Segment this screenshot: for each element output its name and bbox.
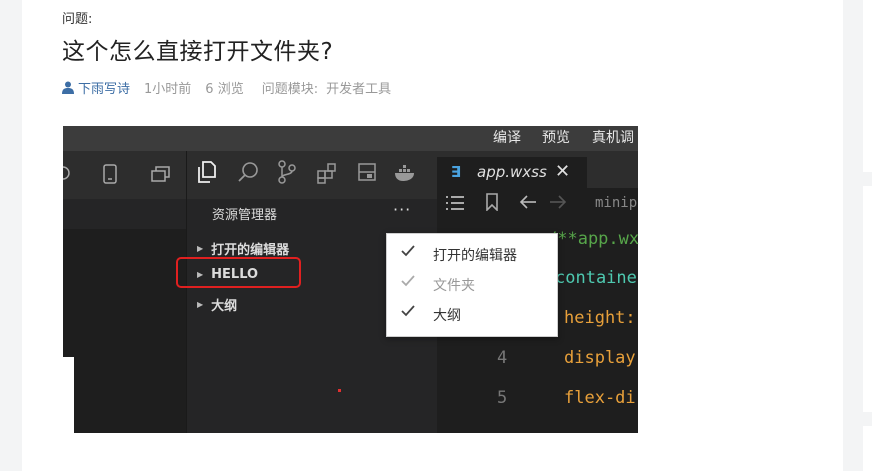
line-number: 4 — [497, 348, 508, 368]
chevron-right-icon: ▶ — [197, 300, 204, 309]
explorer-row-label: 大纲 — [211, 299, 238, 314]
author-link[interactable]: 下雨写诗 — [62, 78, 130, 97]
post-time: 1小时前 — [144, 82, 192, 97]
explorer-row-label: 打开的编辑器 — [211, 243, 290, 258]
user-icon — [62, 81, 74, 94]
simulator-pane — [63, 199, 186, 433]
code-line: flex-di — [564, 388, 636, 408]
menu-item-label: 打开的编辑器 — [433, 248, 517, 264]
code-line: /**app.wx — [547, 229, 640, 249]
menu-item-outline[interactable]: 大纲 — [387, 300, 557, 330]
device-debug-button[interactable]: 真机调 — [592, 127, 634, 147]
menu-item-folders[interactable]: 文件夹 — [387, 270, 557, 300]
css-icon: ∃ — [451, 163, 462, 181]
bookmark-icon[interactable] — [485, 193, 499, 211]
chevron-right-icon: ▶ — [197, 244, 204, 253]
phone-icon[interactable] — [103, 164, 117, 184]
right-sidebar — [863, 0, 872, 471]
explorer-title: 资源管理器 — [212, 208, 278, 223]
preview-button[interactable]: 预览 — [542, 127, 570, 147]
more-icon[interactable]: ··· — [393, 200, 411, 219]
record-icon[interactable] — [63, 164, 71, 182]
context-menu: 打开的编辑器 文件夹 大纲 — [386, 233, 558, 337]
window-icon[interactable] — [151, 166, 171, 182]
sidebar-gap — [863, 172, 872, 186]
explorer-row-outline[interactable]: ▶ 大纲 — [197, 295, 237, 314]
files-icon[interactable] — [197, 161, 217, 183]
search-icon[interactable] — [237, 161, 259, 183]
breadcrumb[interactable]: minipr — [595, 195, 638, 211]
code-line: display — [564, 348, 636, 368]
check-icon — [401, 245, 415, 257]
menu-item-label: 大纲 — [433, 308, 461, 324]
compile-button[interactable]: 编译 — [493, 127, 521, 147]
list-icon[interactable] — [445, 195, 465, 211]
check-icon — [401, 275, 415, 287]
arrow-left-icon[interactable] — [519, 195, 537, 209]
arrow-right-icon[interactable] — [549, 195, 567, 209]
docker-icon[interactable] — [394, 164, 418, 182]
question-label: 问题: — [62, 12, 93, 27]
line-number: 5 — [497, 388, 508, 408]
code-line: height: — [564, 308, 636, 328]
question-meta: 下雨写诗 1小时前 6 浏览 问题模块: 开发者工具 — [62, 78, 391, 97]
view-count: 6 浏览 — [205, 82, 244, 97]
module-label: 问题模块: — [261, 82, 319, 97]
simulator-edge — [63, 357, 74, 433]
layout-icon[interactable] — [357, 162, 377, 182]
author-name: 下雨写诗 — [78, 82, 131, 97]
check-icon — [401, 305, 415, 317]
ide-topbar: 编译 预览 真机调 — [63, 126, 638, 151]
tab-app-wxss[interactable]: ∃ app.wxss ✕ — [437, 157, 587, 188]
module-link[interactable]: 开发者工具 — [326, 78, 391, 97]
sidebar-gap — [863, 412, 872, 426]
code-line: containe — [555, 268, 637, 288]
editor-toolbar: minipr — [437, 188, 638, 220]
source-control-icon[interactable] — [277, 160, 297, 184]
menu-item-open-editors[interactable]: 打开的编辑器 — [387, 240, 557, 270]
annotation-dot — [338, 389, 341, 392]
close-icon[interactable]: ✕ — [555, 161, 570, 182]
menu-item-label: 文件夹 — [433, 278, 475, 294]
tab-label: app.wxss — [477, 163, 547, 181]
highlight-box — [176, 257, 301, 288]
extensions-icon[interactable] — [316, 162, 338, 184]
page-title: 这个怎么直接打开文件夹? — [62, 39, 334, 65]
explorer-row-open-editors[interactable]: ▶ 打开的编辑器 — [197, 239, 289, 258]
